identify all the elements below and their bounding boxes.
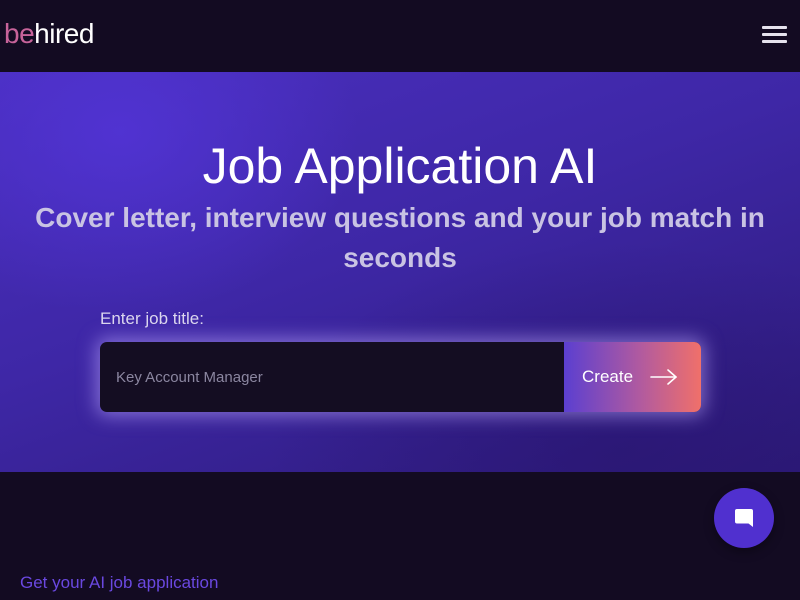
behired-logo[interactable]: behired	[4, 17, 94, 51]
hero-section: Job Application AI Cover letter, intervi…	[0, 72, 800, 472]
logo-suffix: hired	[34, 18, 94, 49]
menu-line	[762, 40, 787, 43]
menu-line	[762, 33, 787, 36]
chat-launcher-button[interactable]	[714, 488, 774, 548]
job-title-form: Create	[100, 342, 701, 412]
page-title: Job Application AI	[202, 138, 598, 194]
job-title-input[interactable]	[100, 342, 564, 412]
get-ai-application-link[interactable]: Get your AI job application	[20, 572, 218, 594]
top-navigation-bar: behired	[0, 0, 800, 72]
job-title-label: Enter job title:	[100, 309, 204, 328]
arrow-right-icon	[650, 369, 677, 385]
hero-subtitle: Cover letter, interview questions and yo…	[35, 202, 765, 273]
chat-bubble-icon	[735, 509, 753, 527]
menu-line	[762, 26, 787, 29]
hamburger-menu-icon[interactable]	[762, 24, 788, 46]
create-button-label: Create	[582, 367, 634, 386]
logo-prefix: be	[4, 18, 35, 49]
content-section: Get your AI job application	[0, 472, 800, 600]
create-button[interactable]: Create	[564, 342, 701, 412]
